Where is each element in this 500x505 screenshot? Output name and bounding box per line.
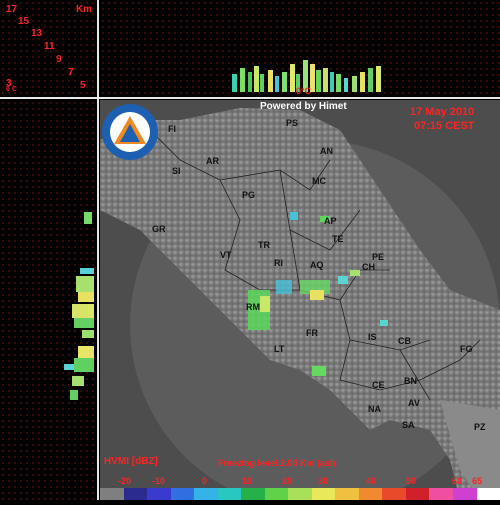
legend-label: 60	[452, 476, 462, 486]
city-label: AR	[206, 156, 219, 166]
city-label: RM	[246, 302, 260, 312]
left-cross-section-echoes	[0, 100, 97, 500]
horizontal-separator	[0, 97, 500, 99]
legend-label: -20	[118, 476, 131, 486]
legend-swatch	[194, 488, 218, 500]
legend-swatch	[124, 488, 148, 500]
city-label: CE	[372, 380, 385, 390]
civil-protection-logo	[102, 104, 158, 160]
city-label: GR	[152, 224, 166, 234]
city-label: RI	[274, 258, 283, 268]
city-label: FG	[460, 344, 473, 354]
city-label: AP	[324, 216, 337, 226]
reflectivity-legend	[100, 488, 500, 500]
city-label: TE	[332, 234, 344, 244]
city-label: LT	[274, 344, 284, 354]
city-label: SA	[402, 420, 415, 430]
freezing-level-label: Freezing level 2.05 Km (asl)	[218, 458, 336, 468]
scale-tick: 7	[68, 67, 74, 78]
legend-swatch	[453, 488, 477, 500]
scale-unit-label: Km	[76, 4, 92, 15]
scale-tick: 5	[80, 80, 86, 91]
scale-tick: 11	[44, 41, 55, 52]
legend-swatch	[312, 488, 336, 500]
legend-swatch	[171, 488, 195, 500]
legend-swatch	[147, 488, 171, 500]
legend-swatch	[265, 488, 289, 500]
legend-label: 10	[242, 476, 252, 486]
city-label: CH	[362, 262, 375, 272]
terrain-map	[100, 100, 500, 500]
city-label: AN	[320, 146, 333, 156]
legend-label: 40	[366, 476, 376, 486]
city-label: MC	[312, 176, 326, 186]
scale-top-label: 17	[6, 4, 17, 15]
city-label: PZ	[474, 422, 486, 432]
legend-swatch	[406, 488, 430, 500]
city-label: TR	[258, 240, 270, 250]
city-label: AQ	[310, 260, 324, 270]
scale-tick: 13	[31, 28, 42, 39]
scale-tick: 9	[56, 54, 62, 65]
city-label: SI	[172, 166, 181, 176]
legend-label: 30	[318, 476, 328, 486]
scale-tick: 15	[18, 16, 29, 27]
legend-label: 20	[282, 476, 292, 486]
legend-swatch	[382, 488, 406, 500]
legend-swatch	[288, 488, 312, 500]
city-label: VT	[220, 250, 232, 260]
freezing-level-marker: 0°C	[296, 86, 311, 96]
city-label: BN	[404, 376, 417, 386]
legend-swatch	[477, 488, 500, 500]
left-cross-section-panel	[0, 100, 97, 500]
height-scale-panel: 17 Km 15 13 11 9 7 5 3 0 C	[0, 0, 97, 97]
scale-left-label: 0 C	[6, 86, 17, 93]
top-cross-section-panel: 0°C	[100, 0, 500, 97]
legend-swatch	[218, 488, 242, 500]
legend-swatch	[100, 488, 124, 500]
city-label: FR	[306, 328, 318, 338]
legend-swatch	[335, 488, 359, 500]
product-label: HVMI [dBZ]	[104, 456, 158, 467]
legend-label: -10	[152, 476, 165, 486]
city-label: CB	[398, 336, 411, 346]
top-cross-section-echoes	[100, 0, 500, 97]
powered-by-label: Powered by Himet	[260, 101, 347, 112]
city-label: FI	[168, 124, 176, 134]
legend-label: 0	[202, 476, 207, 486]
legend-label: 50	[406, 476, 416, 486]
vertical-separator	[97, 0, 99, 500]
radar-map: FI PS AR AN SI MC PG AP GR TE TR VT RI P…	[100, 100, 500, 500]
legend-swatch	[359, 488, 383, 500]
time-label: 07:15 CEST	[414, 120, 475, 132]
legend-label: 65	[472, 476, 482, 486]
city-label: PE	[372, 252, 384, 262]
legend-swatch	[241, 488, 265, 500]
city-label: PG	[242, 190, 255, 200]
city-label: PS	[286, 118, 298, 128]
date-label: 17 May 2010	[410, 106, 474, 118]
legend-swatch	[429, 488, 453, 500]
city-label: NA	[368, 404, 381, 414]
city-label: IS	[368, 332, 377, 342]
city-label: AV	[408, 398, 420, 408]
